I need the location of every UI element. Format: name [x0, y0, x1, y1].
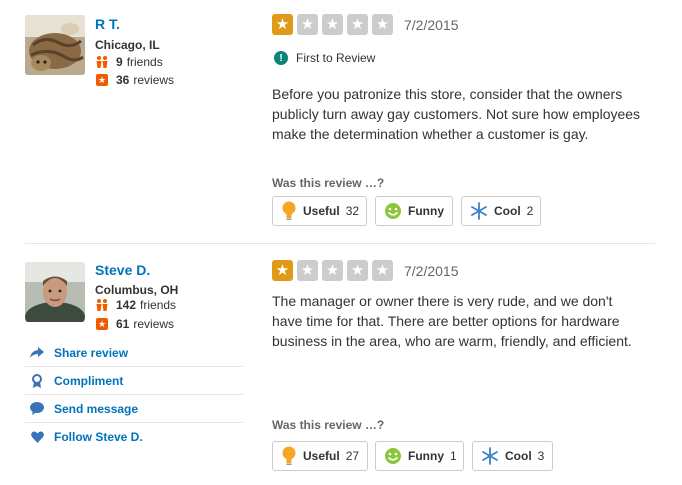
friends-number: 142 — [116, 298, 137, 312]
star-icon: ★ — [297, 14, 318, 35]
cool-count: 2 — [526, 204, 534, 218]
star-icon: ★ — [372, 260, 393, 281]
cool-button[interactable]: Cool 3 — [472, 441, 553, 471]
funny-label: Funny — [408, 449, 444, 463]
smiley-icon — [384, 202, 402, 220]
reviews-count: ★ 61 reviews — [95, 317, 174, 331]
reviews-label: reviews — [133, 73, 175, 87]
first-to-review-badge: ! First to Review — [274, 51, 375, 65]
compliment-label: Compliment — [54, 373, 124, 388]
reviews-number: 36 — [116, 73, 130, 87]
user-name[interactable]: R T. — [95, 16, 120, 32]
send-message-link[interactable]: Send message — [25, 395, 243, 423]
star-icon: ★ — [322, 14, 343, 35]
review-divider — [25, 243, 655, 244]
lightbulb-icon — [281, 446, 297, 466]
useful-label: Useful — [303, 449, 340, 463]
badge-label: First to Review — [296, 51, 376, 65]
compliment-link[interactable]: Compliment — [25, 367, 243, 395]
share-review-link[interactable]: Share review — [25, 339, 243, 367]
star-rating: ★ ★ ★ ★ ★ — [272, 260, 397, 281]
send-message-label: Send message — [54, 401, 139, 416]
first-review-icon: ! — [274, 51, 288, 65]
user-location: Chicago, IL — [95, 38, 160, 52]
star-icon: ★ — [347, 14, 368, 35]
funny-button[interactable]: Funny 1 — [375, 441, 464, 471]
reviews-count: ★ 36 reviews — [95, 73, 174, 87]
review-star-icon: ★ — [96, 318, 108, 330]
useful-button[interactable]: Useful 32 — [272, 196, 367, 226]
funny-label: Funny — [408, 204, 444, 218]
cool-label: Cool — [494, 204, 521, 218]
reviews-number: 61 — [116, 317, 130, 331]
friends-label: friends — [140, 298, 177, 312]
user-avatar-photo[interactable] — [25, 262, 85, 322]
funny-count: 1 — [450, 449, 457, 463]
review-star-icon: ★ — [96, 74, 108, 86]
user-actions: Share review Compliment Send message Fol… — [25, 339, 243, 450]
review-item: R T. Chicago, IL 9 friends ★ 36 reviews … — [0, 0, 682, 244]
cool-label: Cool — [505, 449, 532, 463]
star-icon: ★ — [322, 260, 343, 281]
vote-prompt: Was this review …? — [272, 176, 385, 190]
share-review-label: Share review — [54, 345, 129, 360]
snowflake-icon — [470, 202, 488, 220]
funny-button[interactable]: Funny — [375, 196, 453, 226]
ribbon-icon — [28, 373, 46, 388]
user-location: Columbus, OH — [95, 283, 179, 297]
user-name[interactable]: Steve D. — [95, 262, 150, 278]
follow-user-link[interactable]: Follow Steve D. — [25, 423, 243, 450]
speech-bubble-icon — [28, 402, 46, 415]
friends-number: 9 — [116, 55, 123, 69]
star-icon: ★ — [272, 14, 293, 35]
review-date: 7/2/2015 — [404, 17, 459, 33]
useful-label: Useful — [303, 204, 340, 218]
star-rating: ★ ★ ★ ★ ★ — [272, 14, 397, 35]
review-date: 7/2/2015 — [404, 263, 459, 279]
star-icon: ★ — [347, 260, 368, 281]
review-text: Before you patronize this store, conside… — [272, 86, 641, 142]
useful-button[interactable]: Useful 27 — [272, 441, 368, 471]
useful-count: 27 — [345, 449, 360, 463]
follow-user-label: Follow Steve D. — [54, 429, 143, 444]
useful-count: 32 — [345, 204, 360, 218]
vote-prompt: Was this review …? — [272, 418, 385, 432]
friends-icon — [95, 55, 109, 69]
review-item: Steve D. Columbus, OH 142 friends ★ 61 r… — [0, 245, 682, 485]
snowflake-icon — [481, 447, 499, 465]
star-icon: ★ — [372, 14, 393, 35]
friends-icon — [95, 298, 109, 312]
friends-count: 142 friends — [95, 298, 176, 312]
smiley-icon — [384, 447, 402, 465]
cool-count: 3 — [537, 449, 545, 463]
friends-count: 9 friends — [95, 55, 163, 69]
user-avatar-cat[interactable] — [25, 15, 85, 75]
friends-label: friends — [126, 55, 163, 69]
star-icon: ★ — [297, 260, 318, 281]
reviews-label: reviews — [133, 317, 175, 331]
share-arrow-icon — [28, 346, 46, 359]
cool-button[interactable]: Cool 2 — [461, 196, 541, 226]
review-text: The manager or owner there is very rude,… — [272, 293, 632, 349]
lightbulb-icon — [281, 201, 297, 221]
heart-icon — [28, 431, 46, 443]
star-icon: ★ — [272, 260, 293, 281]
